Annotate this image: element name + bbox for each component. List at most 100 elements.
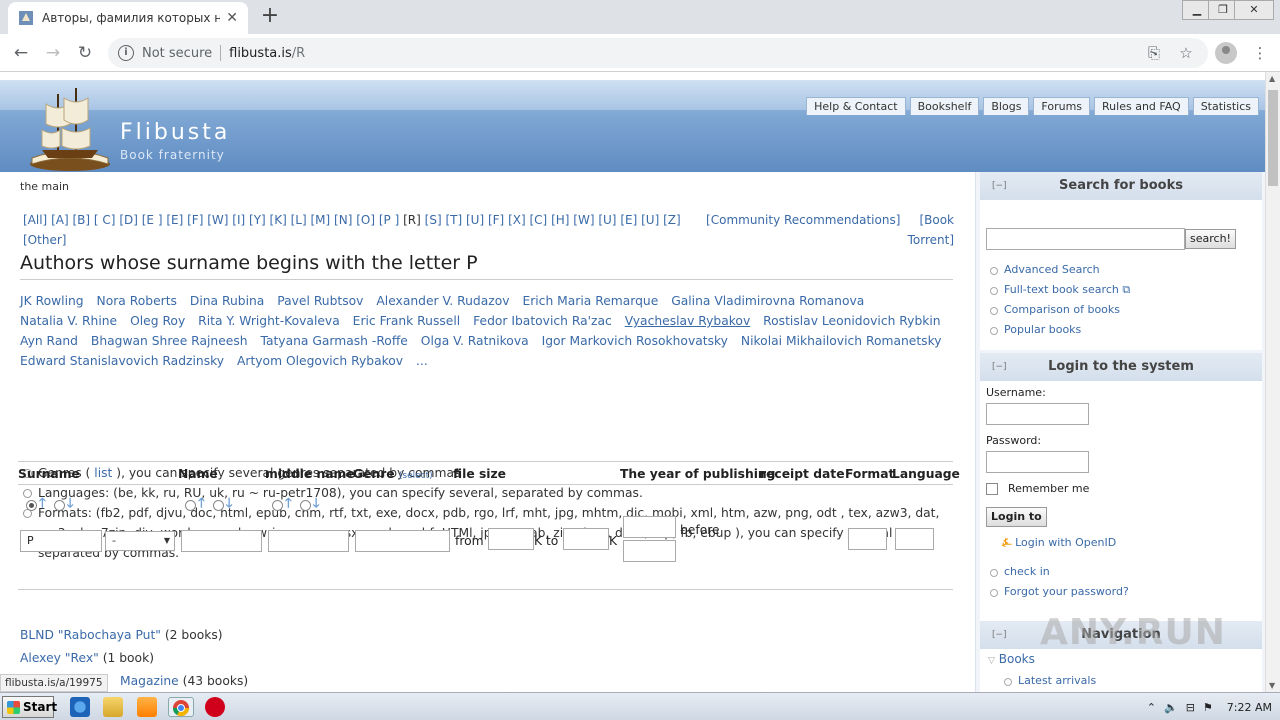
book-torrent-link[interactable]: [Book Torrent]: [908, 213, 954, 247]
browser-tab[interactable]: Авторы, фамилия которых начин ✕: [8, 2, 248, 34]
author-link[interactable]: Oleg Roy: [130, 314, 185, 328]
alphabet-letter-link[interactable]: [K]: [270, 213, 287, 227]
alphabet-letter-link[interactable]: [H]: [551, 213, 569, 227]
fulltext-search-link[interactable]: Full-text book search: [1004, 283, 1119, 296]
genre-select-link[interactable]: (select): [399, 471, 433, 481]
tray-expand-icon[interactable]: ⌃: [1147, 701, 1156, 714]
translate-icon[interactable]: ⎘: [1144, 43, 1164, 63]
alphabet-letter-link[interactable]: [U]: [641, 213, 659, 227]
author-link[interactable]: Nikolai Mikhailovich Romanetsky: [741, 334, 942, 348]
author-link[interactable]: Bhagwan Shree Rajneesh: [91, 334, 248, 348]
forgot-password-link[interactable]: Forgot your password?: [1004, 585, 1129, 598]
alphabet-letter-link[interactable]: [P ]: [379, 213, 399, 227]
author-link[interactable]: Dina Rubina: [190, 294, 264, 308]
scroll-up-icon[interactable]: ▲: [1269, 74, 1275, 83]
alphabet-letter-link[interactable]: [N]: [334, 213, 352, 227]
result-author-link[interactable]: BLND "Rabochaya Put": [20, 628, 161, 642]
nav-statistics[interactable]: Statistics: [1192, 97, 1259, 115]
alphabet-letter-link[interactable]: [Z]: [663, 213, 681, 227]
alphabet-letter-link[interactable]: [T]: [445, 213, 462, 227]
size-from-input[interactable]: [488, 528, 534, 550]
size-to-input[interactable]: [563, 528, 609, 550]
alphabet-letter-link[interactable]: [W]: [207, 213, 228, 227]
genres-list-link[interactable]: list: [94, 466, 112, 480]
alphabet-letter-link[interactable]: [All]: [23, 213, 47, 227]
back-icon[interactable]: ←: [8, 40, 34, 66]
author-link[interactable]: Galina Vladimirovna Romanova: [671, 294, 864, 308]
format-input[interactable]: [848, 528, 887, 550]
alphabet-letter-link[interactable]: [O]: [356, 213, 375, 227]
surname-input[interactable]: Р: [20, 530, 102, 552]
volume-icon[interactable]: 🔈: [1164, 701, 1178, 714]
collapse-toggle[interactable]: [−]: [992, 621, 1007, 649]
bookmark-star-icon[interactable]: ☆: [1176, 43, 1196, 63]
search-button[interactable]: search!: [1185, 229, 1236, 249]
author-link[interactable]: Igor Markovich Rosokhovatsky: [542, 334, 728, 348]
result-author-link[interactable]: Magazine: [120, 674, 179, 688]
sort-surname-desc-radio[interactable]: [53, 499, 65, 511]
breadcrumb[interactable]: the main: [20, 180, 960, 193]
author-link[interactable]: Alexander V. Rudazov: [376, 294, 509, 308]
author-link[interactable]: Vyacheslav Rybakov: [625, 314, 751, 328]
collapse-toggle[interactable]: [−]: [992, 353, 1007, 381]
sort-middle-asc-radio[interactable]: [272, 499, 283, 511]
alphabet-letter-link[interactable]: [U]: [466, 213, 484, 227]
nav-forums[interactable]: Forums: [1033, 97, 1091, 115]
author-link[interactable]: Nora Roberts: [97, 294, 177, 308]
alphabet-letter-link[interactable]: [C]: [529, 213, 547, 227]
alphabet-letter-link[interactable]: [U]: [598, 213, 616, 227]
author-link[interactable]: Erich Maria Remarque: [522, 294, 658, 308]
sort-surname-asc-radio[interactable]: [26, 499, 37, 511]
openid-link[interactable]: Login with OpenID: [1015, 536, 1116, 549]
ie-icon[interactable]: [70, 697, 90, 717]
alphabet-letter-link[interactable]: [L]: [291, 213, 307, 227]
alphabet-letter-link[interactable]: [F]: [187, 213, 203, 227]
scrollbar-thumb[interactable]: [1268, 90, 1278, 186]
new-tab-button[interactable]: +: [258, 4, 282, 28]
author-link[interactable]: Artyom Olegovich Rybakov: [237, 354, 403, 368]
start-button[interactable]: Start: [2, 696, 57, 718]
genre-input[interactable]: [355, 530, 450, 552]
reload-icon[interactable]: ↻: [72, 40, 98, 66]
nav-bookshelf[interactable]: Bookshelf: [909, 97, 980, 115]
close-window-button[interactable]: ✕: [1234, 0, 1274, 20]
nav-rules-faq[interactable]: Rules and FAQ: [1094, 97, 1189, 115]
alphabet-letter-link[interactable]: [S]: [425, 213, 442, 227]
community-recommendations-link[interactable]: [Community Recommendations]: [706, 213, 900, 227]
middle-name-input[interactable]: [268, 530, 349, 552]
alphabet-letter-link[interactable]: [ C]: [94, 213, 116, 227]
alphabet-letter-link[interactable]: [E ]: [142, 213, 163, 227]
alphabet-letter-link[interactable]: [A]: [51, 213, 69, 227]
username-input[interactable]: [986, 403, 1089, 425]
alphabet-letter-link[interactable]: [F]: [488, 213, 504, 227]
tab-close-icon[interactable]: ✕: [226, 10, 238, 26]
flag-icon[interactable]: ⚑: [1203, 701, 1213, 714]
surname-mode-select[interactable]: - ▼: [105, 531, 175, 551]
scroll-down-icon[interactable]: ▼: [1269, 681, 1275, 690]
alphabet-letter-link[interactable]: [D]: [119, 213, 138, 227]
alphabet-letter-link[interactable]: [E]: [620, 213, 637, 227]
alphabet-letter-link[interactable]: [X]: [508, 213, 526, 227]
author-link[interactable]: Eric Frank Russell: [353, 314, 461, 328]
site-name[interactable]: Flibusta: [120, 120, 230, 145]
address-bar[interactable]: i Not secure flibusta.is/R: [108, 38, 1208, 68]
year-from-input[interactable]: [623, 516, 676, 538]
profile-avatar-icon[interactable]: [1215, 42, 1237, 64]
author-link[interactable]: Edward Stanislavovich Radzinsky: [20, 354, 224, 368]
author-link[interactable]: Natalia V. Rhine: [20, 314, 117, 328]
chrome-taskbar-button[interactable]: [168, 697, 194, 717]
sort-name-desc-radio[interactable]: [212, 499, 224, 511]
language-input[interactable]: [895, 528, 934, 550]
latest-arrivals-link[interactable]: Latest arrivals: [1018, 674, 1096, 687]
author-link[interactable]: Ayn Rand: [20, 334, 78, 348]
alphabet-letter-link[interactable]: [I]: [232, 213, 245, 227]
security-app-icon[interactable]: [205, 697, 225, 717]
info-icon[interactable]: i: [118, 45, 134, 61]
alphabet-letter-link[interactable]: [Other]: [23, 233, 66, 247]
nav-blogs[interactable]: Blogs: [983, 97, 1030, 115]
author-link[interactable]: Pavel Rubtsov: [277, 294, 363, 308]
password-input[interactable]: [986, 451, 1089, 473]
author-link[interactable]: Fedor Ibatovich Ra'zac: [473, 314, 612, 328]
name-input[interactable]: [181, 530, 262, 552]
clock[interactable]: 7:22 AM: [1227, 701, 1272, 714]
